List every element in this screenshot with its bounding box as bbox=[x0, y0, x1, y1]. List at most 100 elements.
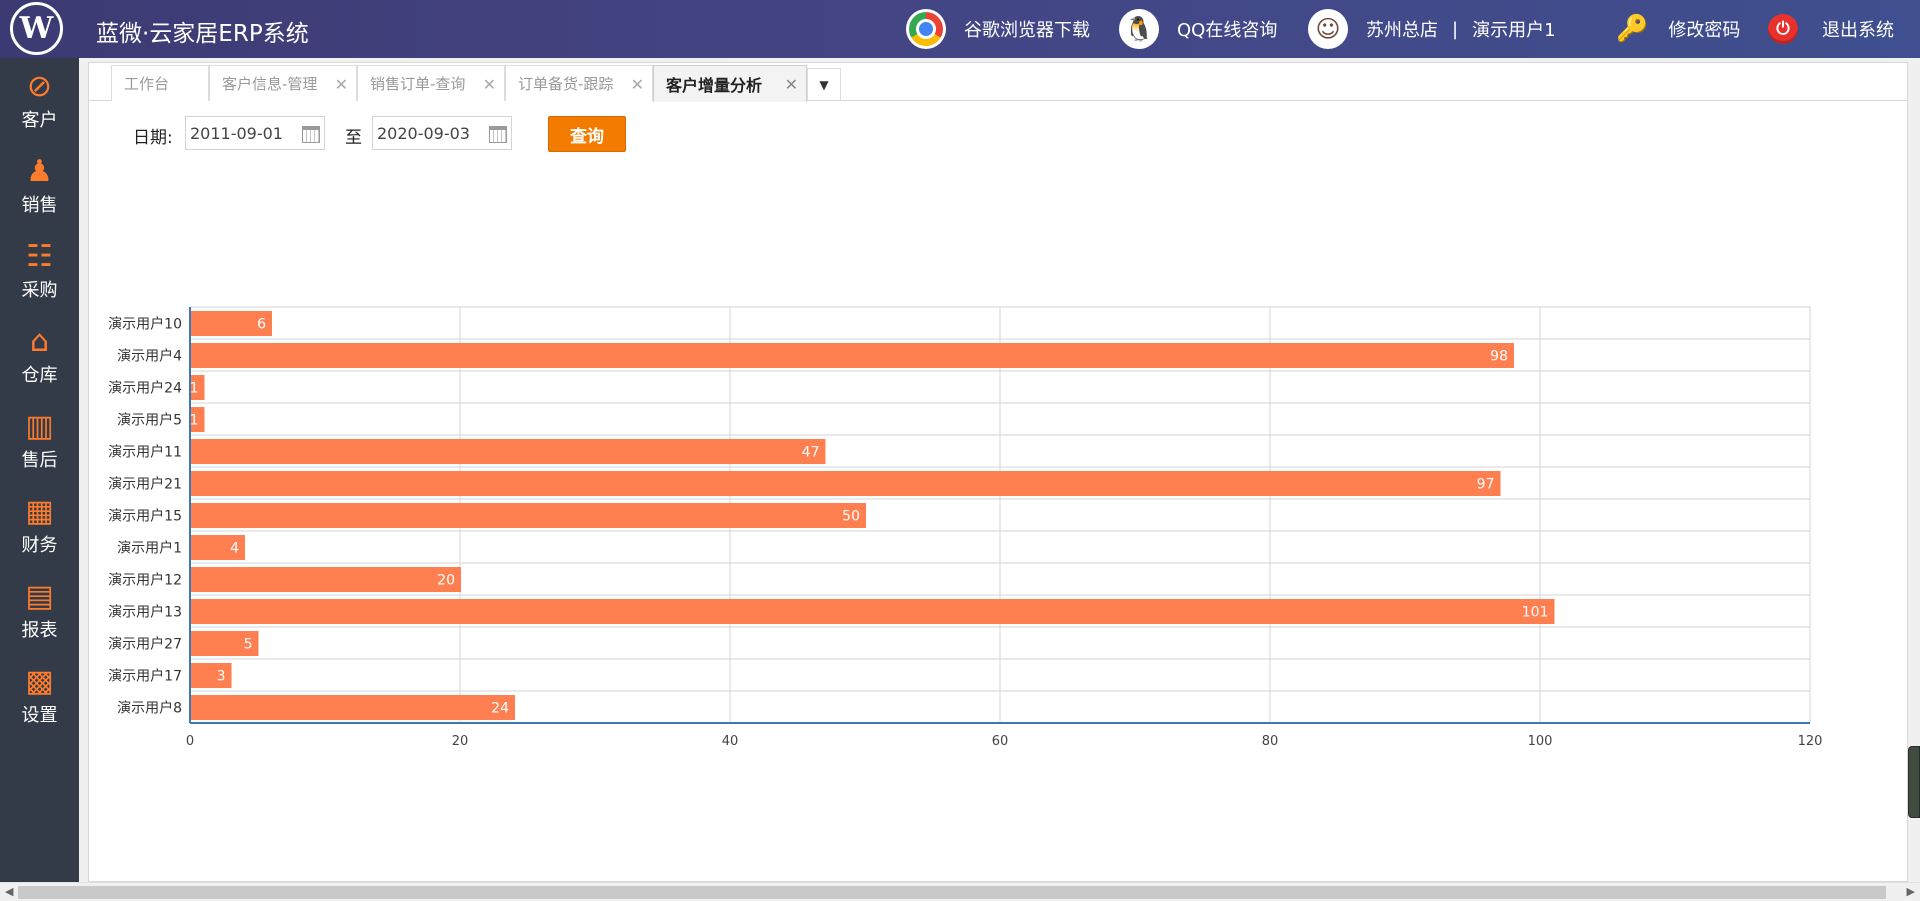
y-category-label: 演示用户12 bbox=[108, 572, 182, 589]
calendar-icon[interactable] bbox=[302, 126, 320, 143]
x-tick-label: 120 bbox=[1798, 734, 1823, 749]
report-icon: ▤ bbox=[25, 579, 54, 614]
sidebar-item-customer[interactable]: ⊘ 客户 bbox=[0, 70, 79, 140]
sidebar-item-label: 采购 bbox=[21, 280, 58, 301]
sidebar-item-reports[interactable]: ▤ 报表 bbox=[0, 580, 79, 650]
y-category-label: 演示用户24 bbox=[108, 380, 182, 397]
tab-label: 销售订单-查询 bbox=[370, 75, 466, 93]
date-label: 日期: bbox=[133, 128, 173, 148]
y-category-label: 演示用户1 bbox=[117, 540, 182, 557]
tab-order-tracking[interactable]: 订单备货-跟踪 ✕ bbox=[505, 65, 653, 101]
sidebar-item-finance[interactable]: ▦ 财务 bbox=[0, 495, 79, 565]
chart-bar bbox=[191, 599, 1555, 624]
y-category-label: 演示用户21 bbox=[108, 476, 182, 493]
chart-bar bbox=[191, 343, 1514, 368]
close-icon[interactable]: ✕ bbox=[785, 75, 798, 94]
sidebar-item-label: 销售 bbox=[21, 195, 58, 216]
header-separator: | bbox=[1452, 18, 1459, 40]
chart-bar bbox=[191, 695, 515, 720]
bar-chart-svg: 0 20 40 60 80 100 120演示用户10 6演示用户4 98演示用户24 1演示用户… bbox=[108, 306, 1823, 749]
bar-data-label: 24 bbox=[491, 701, 509, 717]
chart-bar bbox=[191, 567, 461, 592]
bar-data-label: 5 bbox=[244, 637, 253, 653]
sidebar-item-warehouse[interactable]: ⌂ 仓库 bbox=[0, 325, 79, 395]
chart-bar bbox=[191, 503, 866, 528]
bar-data-label: 101 bbox=[1522, 605, 1549, 621]
chevron-down-icon: ▼ bbox=[819, 78, 829, 92]
bar-data-label: 3 bbox=[217, 669, 226, 685]
sidebar-item-purchase[interactable]: ☷ 采购 bbox=[0, 240, 79, 310]
cart-icon: ☷ bbox=[26, 239, 53, 274]
x-tick-label: 80 bbox=[1262, 734, 1279, 749]
side-widget-handle[interactable] bbox=[1908, 746, 1920, 818]
qq-icon: 🐧 bbox=[1119, 9, 1159, 49]
y-category-label: 演示用户10 bbox=[108, 316, 182, 333]
sidebar: ⊘ 客户 ♟ 销售 ☷ 采购 ⌂ 仓库 ▥ 售后 ▦ 财务 ▤ 报表 ▩ 设置 bbox=[0, 58, 79, 882]
sidebar-item-sales[interactable]: ♟ 销售 bbox=[0, 155, 79, 225]
keyboard-icon: ▩ bbox=[25, 664, 54, 699]
to-label: 至 bbox=[345, 128, 362, 148]
y-category-label: 演示用户11 bbox=[108, 444, 182, 461]
y-category-label: 演示用户27 bbox=[108, 636, 182, 653]
sidebar-item-label: 报表 bbox=[21, 620, 58, 641]
user-name: 演示用户1 bbox=[1472, 20, 1556, 41]
y-category-label: 演示用户8 bbox=[117, 700, 182, 717]
x-tick-label: 20 bbox=[452, 734, 469, 749]
x-tick-label: 100 bbox=[1528, 734, 1553, 749]
key-icon: 🔑 bbox=[1616, 14, 1649, 44]
close-icon[interactable]: ✕ bbox=[335, 75, 348, 94]
top-header: W 蓝微·云家居ERP系统 谷歌浏览器下载 🐧 QQ在线咨询 ☺ 苏州总店 | … bbox=[0, 0, 1920, 58]
person-icon: ♟ bbox=[26, 154, 53, 189]
scrollbar-thumb[interactable] bbox=[18, 886, 1886, 899]
x-tick-label: 40 bbox=[722, 734, 739, 749]
chrome-download-label: 谷歌浏览器下载 bbox=[964, 20, 1090, 41]
scroll-left-icon[interactable]: ◀ bbox=[5, 885, 13, 898]
y-category-label: 演示用户15 bbox=[108, 508, 182, 525]
chrome-icon bbox=[906, 9, 946, 49]
bar-data-label: 6 bbox=[257, 317, 266, 333]
tab-customer-info[interactable]: 客户信息-管理 ✕ bbox=[209, 65, 357, 101]
logout-label: 退出系统 bbox=[1822, 20, 1894, 41]
power-icon: ⏻ bbox=[1768, 14, 1798, 44]
chart-bar bbox=[191, 471, 1501, 496]
sidebar-item-label: 财务 bbox=[21, 535, 58, 556]
close-icon[interactable]: ✕ bbox=[631, 75, 644, 94]
tab-workbench[interactable]: 工作台 bbox=[111, 65, 209, 101]
tab-label: 客户增量分析 bbox=[666, 76, 763, 95]
avatar: ☺ bbox=[1308, 9, 1348, 49]
sidebar-item-label: 设置 bbox=[21, 705, 58, 726]
change-password-link[interactable]: 🔑 修改密码 bbox=[1616, 0, 1740, 58]
grid-icon: ▦ bbox=[25, 494, 54, 529]
tab-more-dropdown[interactable]: ▼ bbox=[807, 68, 841, 101]
bar-data-label: 20 bbox=[437, 573, 455, 589]
tab-customer-growth[interactable]: 客户增量分析 ✕ bbox=[653, 65, 807, 102]
logout-link[interactable]: ⏻ 退出系统 bbox=[1768, 0, 1894, 58]
home-icon: ⌂ bbox=[29, 324, 50, 359]
bars-icon: ▥ bbox=[25, 409, 54, 444]
qq-consult-label: QQ在线咨询 bbox=[1177, 20, 1278, 41]
query-button[interactable]: 查询 bbox=[548, 116, 626, 152]
app-title: 蓝微·云家居ERP系统 bbox=[96, 21, 309, 47]
x-tick-label: 0 bbox=[186, 734, 194, 749]
horizontal-scrollbar[interactable]: ◀ ▶ bbox=[0, 882, 1920, 901]
close-icon[interactable]: ✕ bbox=[483, 75, 496, 94]
bar-data-label: 47 bbox=[802, 445, 820, 461]
sidebar-item-settings[interactable]: ▩ 设置 bbox=[0, 665, 79, 735]
chrome-download-link[interactable]: 谷歌浏览器下载 bbox=[906, 0, 1090, 58]
tab-label: 订单备货-跟踪 bbox=[518, 75, 614, 93]
bar-data-label: 4 bbox=[230, 541, 239, 557]
calendar-icon[interactable] bbox=[489, 126, 507, 143]
y-category-label: 演示用户17 bbox=[108, 668, 182, 685]
sidebar-item-label: 售后 bbox=[21, 450, 58, 471]
change-password-label: 修改密码 bbox=[1668, 20, 1741, 41]
tab-sales-orders[interactable]: 销售订单-查询 ✕ bbox=[357, 65, 505, 101]
scroll-right-icon[interactable]: ▶ bbox=[1907, 885, 1915, 898]
tab-label: 客户信息-管理 bbox=[222, 75, 318, 93]
compass-icon: ⊘ bbox=[26, 69, 53, 104]
qq-consult-link[interactable]: 🐧 QQ在线咨询 bbox=[1119, 0, 1277, 58]
store-name: 苏州总店 bbox=[1366, 20, 1438, 41]
x-tick-label: 60 bbox=[992, 734, 1009, 749]
bar-data-label: 98 bbox=[1490, 349, 1508, 365]
sidebar-item-label: 客户 bbox=[21, 110, 58, 131]
sidebar-item-aftersales[interactable]: ▥ 售后 bbox=[0, 410, 79, 480]
